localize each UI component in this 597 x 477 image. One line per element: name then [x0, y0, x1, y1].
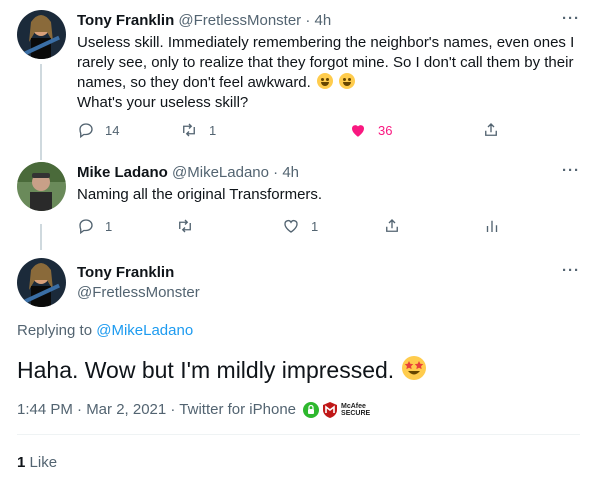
like-button[interactable]: 36 [348, 120, 392, 140]
heart-icon [352, 125, 364, 137]
main-author-handle[interactable]: @FretlessMonster [77, 284, 200, 301]
mcafee-shield-icon [323, 401, 338, 418]
replying-mention-link[interactable]: @MikeLadano [96, 322, 193, 339]
retweet-count: 1 [209, 122, 217, 138]
replying-to: Replying to @MikeLadano [17, 322, 193, 339]
thread-line [40, 224, 42, 250]
more-icon[interactable]: ··· [562, 262, 580, 279]
main-author-name[interactable]: Tony Franklin [77, 264, 174, 281]
retweet-icon [183, 123, 195, 137]
like-count: 1 [311, 218, 319, 234]
share-icon [485, 123, 497, 136]
main-tweet-text: Haha. Wow but I'm mildly impressed. [17, 355, 427, 385]
main-tweet-text-content: Haha. Wow but I'm mildly impressed. [17, 357, 395, 383]
tweet-meta: 1:44 PM · Mar 2, 2021 · Twitter for iPho… [17, 401, 370, 418]
tweet-1[interactable]: Tony Franklin @FretlessMonster · 4h ··· … [0, 0, 597, 160]
tweet-text-line: rarely see, only to realize that they fo… [77, 54, 574, 71]
tweet-actions: 14 1 36 [77, 120, 507, 140]
tweet-text-line: names, so they don't feel awkward. [77, 74, 311, 91]
avatar[interactable] [17, 162, 66, 211]
author-handle[interactable]: @MikeLadano [172, 164, 269, 181]
thread-line [40, 64, 42, 160]
likes-label: Like [29, 454, 58, 471]
analytics-icon [486, 220, 498, 232]
reply-icon [79, 219, 93, 235]
analytics-button[interactable] [483, 216, 501, 236]
avatar[interactable] [17, 258, 66, 307]
tweet-header: Tony Franklin @FretlessMonster · 4h [77, 12, 331, 29]
share-button[interactable] [482, 120, 500, 140]
heart-icon [284, 220, 298, 233]
likes-summary[interactable]: 1 Like [17, 454, 57, 471]
tweet-2[interactable]: Mike Ladano @MikeLadano · 4h ··· Naming … [0, 150, 597, 250]
likes-count: 1 [17, 454, 26, 471]
reply-button[interactable]: 14 [77, 120, 119, 140]
share-icon [386, 219, 398, 232]
lock-icon [303, 401, 320, 418]
retweet-button[interactable] [175, 216, 195, 236]
tired-face-emoji-icon [317, 73, 333, 89]
tweet-time[interactable]: · 4h [305, 12, 331, 29]
mcafee-badge-text: McAfee SECURE [341, 402, 371, 417]
tweet-text: Useless skill. Immediately remembering t… [77, 33, 574, 113]
star-struck-emoji-icon [401, 356, 426, 380]
more-icon[interactable]: ··· [562, 162, 580, 179]
retweet-button[interactable]: 1 [179, 120, 216, 140]
reply-icon [79, 123, 93, 139]
reply-count: 1 [105, 218, 113, 234]
avatar[interactable] [17, 10, 66, 59]
author-name[interactable]: Tony Franklin [77, 12, 174, 29]
retweet-icon [179, 219, 191, 233]
author-name[interactable]: Mike Ladano [77, 164, 168, 181]
more-icon[interactable]: ··· [562, 10, 580, 27]
share-button[interactable] [383, 216, 401, 236]
tweet-actions: 1 1 [77, 216, 507, 236]
like-count: 36 [378, 122, 393, 138]
reply-count: 14 [105, 122, 120, 138]
tweet-header: Mike Ladano @MikeLadano · 4h [77, 164, 299, 181]
tweet-text-line: What's your useless skill? [77, 94, 249, 111]
author-handle[interactable]: @FretlessMonster [178, 12, 301, 29]
replying-label: Replying to [17, 322, 93, 339]
tweet-text: Naming all the original Transformers. [77, 186, 323, 203]
tweet-time[interactable]: · 4h [273, 164, 299, 181]
like-button[interactable]: 1 [281, 216, 318, 236]
tweet-text-line: Useless skill. Immediately remembering t… [77, 34, 575, 51]
grinning-squinting-emoji-icon [339, 73, 356, 89]
timestamp[interactable]: 1:44 PM · Mar 2, 2021 · Twitter for iPho… [17, 401, 296, 418]
divider [17, 434, 580, 435]
reply-button[interactable]: 1 [77, 216, 112, 236]
